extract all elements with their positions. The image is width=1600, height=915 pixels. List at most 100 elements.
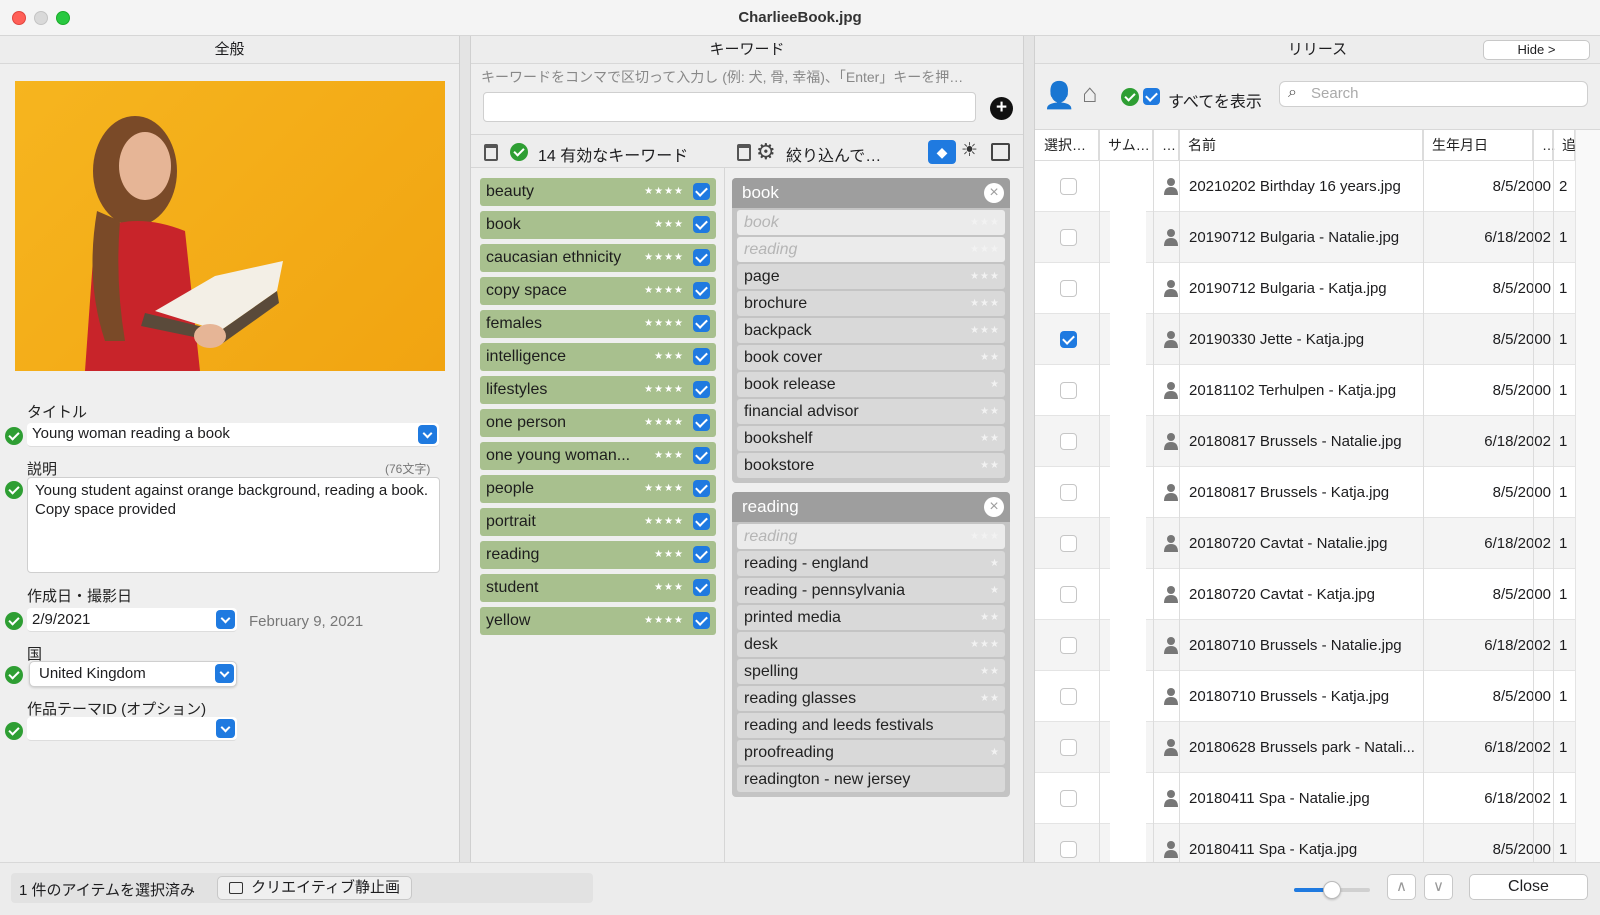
suggested-keyword[interactable]: book cover ★★ — [737, 345, 1005, 370]
title-field[interactable]: Young woman reading a book — [27, 423, 439, 447]
keyword-item[interactable]: portrait ★★★★ — [480, 508, 716, 536]
table-row[interactable]: 20180411 Spa - Katja.jpg 8/5/2000 1 — [1035, 824, 1575, 862]
group-header[interactable]: reading × — [732, 492, 1010, 522]
keyword-item[interactable]: copy space ★★★★ — [480, 277, 716, 305]
table-row[interactable]: 20210202 Birthday 16 years.jpg 8/5/2000 2 — [1035, 161, 1575, 212]
keyword-item[interactable]: yellow ★★★★ — [480, 607, 716, 635]
keyword-item[interactable]: reading ★★★ — [480, 541, 716, 569]
lightbulb-icon[interactable]: ☀ — [961, 139, 978, 162]
keyword-checkbox[interactable] — [693, 348, 710, 365]
row-checkbox[interactable] — [1060, 382, 1077, 399]
keyword-item[interactable]: intelligence ★★★ — [480, 343, 716, 371]
keyword-checkbox[interactable] — [693, 183, 710, 200]
keyword-checkbox[interactable] — [693, 513, 710, 530]
list-view-icon[interactable] — [991, 143, 1010, 161]
column-header[interactable]: 生年月日 — [1423, 130, 1533, 161]
row-checkbox[interactable] — [1060, 280, 1077, 297]
table-row[interactable]: 20180817 Brussels - Natalie.jpg 6/18/2002… — [1035, 416, 1575, 467]
suggested-keyword[interactable]: reading ★★★ — [737, 524, 1005, 549]
splitter-right[interactable] — [1023, 36, 1035, 862]
column-header[interactable]: 追 — [1553, 130, 1575, 161]
row-checkbox[interactable] — [1060, 841, 1077, 858]
keyword-input[interactable] — [483, 92, 976, 122]
trash-icon[interactable] — [484, 144, 498, 161]
date-field[interactable]: 2/9/2021 — [27, 608, 237, 632]
column-header[interactable]: … — [1533, 130, 1556, 161]
suggested-keyword[interactable]: bookstore ★★ — [737, 453, 1005, 478]
theme-id-field[interactable] — [27, 717, 237, 741]
gear-icon[interactable]: ⚙ — [756, 139, 776, 165]
row-checkbox[interactable] — [1060, 535, 1077, 552]
release-scrollbar[interactable] — [1575, 130, 1600, 862]
add-keyword-button[interactable]: + — [990, 97, 1013, 120]
column-header[interactable]: サム… — [1099, 130, 1153, 161]
table-row[interactable]: 20180710 Brussels - Natalie.jpg 6/18/2002… — [1035, 620, 1575, 671]
row-checkbox[interactable] — [1060, 178, 1077, 195]
title-dropdown-icon[interactable] — [418, 425, 437, 444]
suggested-keyword[interactable]: reading ★★★ — [737, 237, 1005, 262]
keyword-item[interactable]: females ★★★★ — [480, 310, 716, 338]
add-property-icon[interactable]: ⌂ — [1082, 78, 1098, 109]
hide-button[interactable]: Hide > — [1483, 40, 1590, 60]
row-checkbox[interactable] — [1060, 433, 1077, 450]
keyword-item[interactable]: book ★★★ — [480, 211, 716, 239]
theme-dropdown-icon[interactable] — [216, 719, 235, 738]
suggested-keyword[interactable]: book release ★ — [737, 372, 1005, 397]
keyword-checkbox[interactable] — [693, 480, 710, 497]
row-checkbox[interactable] — [1060, 688, 1077, 705]
show-all-checkbox[interactable] — [1143, 88, 1160, 105]
keyword-checkbox[interactable] — [693, 216, 710, 233]
row-checkbox[interactable] — [1060, 637, 1077, 654]
keyword-item[interactable]: student ★★★ — [480, 574, 716, 602]
zoom-slider[interactable] — [1294, 881, 1370, 899]
next-button[interactable]: ∨ — [1424, 874, 1453, 900]
content-type-button[interactable]: クリエイティブ静止画 — [217, 876, 412, 900]
row-checkbox[interactable] — [1060, 331, 1077, 348]
table-row[interactable]: 20190330 Jette - Katja.jpg 8/5/2000 1 — [1035, 314, 1575, 365]
table-row[interactable]: 20180720 Cavtat - Katja.jpg 8/5/2000 1 — [1035, 569, 1575, 620]
add-person-icon[interactable]: 👤 — [1043, 80, 1075, 111]
keyword-checkbox[interactable] — [693, 447, 710, 464]
keyword-checkbox[interactable] — [693, 381, 710, 398]
country-select[interactable]: United Kingdom — [29, 661, 237, 687]
suggested-keyword[interactable]: reading glasses ★★ — [737, 686, 1005, 711]
keyword-checkbox[interactable] — [693, 579, 710, 596]
keyword-checkbox[interactable] — [693, 612, 710, 629]
row-checkbox[interactable] — [1060, 484, 1077, 501]
keyword-item[interactable]: lifestyles ★★★★ — [480, 376, 716, 404]
keyword-item[interactable]: one person ★★★★ — [480, 409, 716, 437]
suggested-keyword[interactable]: financial advisor ★★ — [737, 399, 1005, 424]
close-window-button[interactable] — [12, 11, 26, 25]
description-field[interactable]: Young student against orange background,… — [27, 477, 440, 573]
table-row[interactable]: 20180817 Brussels - Katja.jpg 8/5/2000 1 — [1035, 467, 1575, 518]
keyword-checkbox[interactable] — [693, 249, 710, 266]
suggested-keyword[interactable]: proofreading ★ — [737, 740, 1005, 765]
suggested-keyword[interactable]: brochure ★★★ — [737, 291, 1005, 316]
group-header[interactable]: book × — [732, 178, 1010, 208]
suggested-keyword[interactable]: backpack ★★★ — [737, 318, 1005, 343]
previous-button[interactable]: ∧ — [1387, 874, 1416, 900]
tag-icon[interactable]: ◆ — [928, 140, 956, 164]
country-stepper-icon[interactable] — [215, 664, 234, 683]
keyword-item[interactable]: beauty ★★★★ — [480, 178, 716, 206]
close-group-icon[interactable]: × — [984, 497, 1004, 517]
date-dropdown-icon[interactable] — [216, 610, 235, 629]
trash-suggest-icon[interactable] — [737, 144, 751, 161]
column-header[interactable]: 選択… — [1035, 130, 1099, 161]
filter-label[interactable]: 絞り込んで… — [786, 142, 881, 166]
row-checkbox[interactable] — [1060, 586, 1077, 603]
suggested-keyword[interactable]: reading and leeds festivals — [737, 713, 1005, 738]
suggested-keyword[interactable]: book ★★★ — [737, 210, 1005, 235]
table-row[interactable]: 20180411 Spa - Natalie.jpg 6/18/2002 1 — [1035, 773, 1575, 824]
table-row[interactable]: 20180628 Brussels park - Natali... 6/18/2… — [1035, 722, 1575, 773]
suggested-keyword[interactable]: page ★★★ — [737, 264, 1005, 289]
row-checkbox[interactable] — [1060, 739, 1077, 756]
minimize-window-button[interactable] — [34, 11, 48, 25]
column-header[interactable]: 名前 — [1179, 130, 1423, 161]
suggested-keyword[interactable]: reading - pennsylvania ★ — [737, 578, 1005, 603]
row-checkbox[interactable] — [1060, 229, 1077, 246]
suggested-keyword[interactable]: desk ★★★ — [737, 632, 1005, 657]
close-button[interactable]: Close — [1469, 874, 1588, 900]
suggested-keyword[interactable]: printed media ★★ — [737, 605, 1005, 630]
suggested-keyword[interactable]: reading - england ★ — [737, 551, 1005, 576]
